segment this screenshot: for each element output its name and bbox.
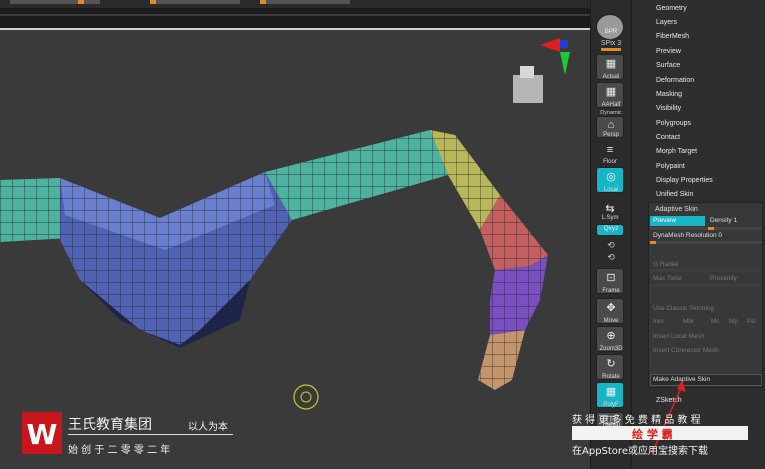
axis-gizmo[interactable]	[540, 38, 570, 75]
menu-layers[interactable]: Layers	[656, 19, 677, 26]
max-twist-slider: Max Twist	[653, 275, 682, 282]
rotate-button[interactable]: ↻ Rotate	[596, 354, 624, 380]
svg-text:W: W	[27, 418, 58, 451]
density-track[interactable]	[650, 227, 762, 230]
dynamesh-resolution-slider[interactable]: DynaMesh Resolution 0	[653, 232, 722, 239]
founded-text: 始 创 于 二 零 零 二 年	[68, 445, 171, 456]
menu-polypaint[interactable]: Polypaint	[656, 163, 685, 170]
g-radial-slider: G Radial	[653, 261, 679, 268]
g-radial-track	[650, 269, 762, 272]
top-toolbar	[0, 0, 590, 8]
top-slider[interactable]	[260, 0, 350, 4]
promo-line-1: 获 得 更 多 免 费 精 品 教 程	[572, 415, 701, 426]
local-button[interactable]: ◎ Local	[596, 167, 624, 193]
insert-connector-mesh-button: Insert Connector Mesh	[653, 347, 719, 354]
company-name: 王氏教育集团	[68, 417, 152, 433]
proximity-slider: Proximity	[710, 275, 737, 282]
spix-label[interactable]: SPix 3	[591, 40, 631, 47]
persp-button[interactable]: ⌂ Persp	[596, 116, 624, 138]
promo-app-name: 绘 学 霸	[632, 428, 673, 441]
menu-fibermesh[interactable]: FiberMesh	[656, 33, 689, 40]
mesh-model[interactable]	[0, 30, 590, 469]
promo-line-3: 在AppStore或应用宝搜索下载	[572, 446, 708, 457]
polyf-button[interactable]: ▦ PolyF	[596, 382, 624, 408]
preview-label: Preview	[653, 217, 677, 224]
menu-geometry[interactable]: Geometry	[656, 5, 687, 12]
density-slider[interactable]: Density 1	[710, 217, 737, 224]
top-slider[interactable]	[10, 0, 100, 4]
bpr-button[interactable]: BPR	[596, 14, 624, 40]
xyz-button[interactable]: Qxyz	[596, 224, 624, 236]
brush-cursor	[293, 384, 319, 410]
move-button[interactable]: ✥ Move	[596, 298, 624, 324]
menu-visibility[interactable]: Visibility	[656, 105, 681, 112]
menu-preview[interactable]: Preview	[656, 48, 681, 55]
dynamesh-track[interactable]	[650, 241, 762, 244]
company-logo: W	[22, 412, 62, 454]
mc-toggle: Mc	[711, 318, 720, 325]
aahalf-button[interactable]: ▦ AAHalf	[596, 82, 624, 108]
menu-unified-skin[interactable]: Unified Skin	[656, 191, 693, 198]
zoom3d-button[interactable]: ⊕ Zoom3D	[596, 326, 624, 352]
right-shelf: BPR SPix 3 ▦ Actual ▦ AAHalf Dynamic ⌂ Pers…	[590, 0, 630, 469]
mp-toggle: Mp	[729, 318, 739, 325]
insert-local-mesh-button: Insert Local Mesh	[653, 333, 705, 340]
divider	[0, 14, 590, 16]
menu-deformation[interactable]: Deformation	[656, 77, 694, 84]
pd-toggle: Pd	[747, 318, 755, 325]
lsym-button[interactable]: ⇆ L.Sym	[596, 200, 624, 221]
menu-morph-target[interactable]: Morph Target	[656, 148, 697, 155]
menu-surface[interactable]: Surface	[656, 62, 680, 69]
menu-polygroups[interactable]: Polygroups	[656, 120, 691, 127]
adaptive-skin-title[interactable]: Adaptive Skin	[655, 206, 698, 213]
floor-button[interactable]: ≡ Floor	[596, 142, 624, 165]
actual-button[interactable]: ▦ Actual	[596, 54, 624, 80]
use-classic-skinning-button: Use Classic Skinning	[653, 305, 715, 312]
top-slider[interactable]	[150, 0, 240, 4]
rotate-axis-icon[interactable]: ⟲	[591, 240, 631, 251]
spix-slider[interactable]	[601, 48, 621, 51]
menu-masking[interactable]: Masking	[656, 91, 682, 98]
company-motto: 以人为本	[188, 422, 228, 433]
watermark-divider	[68, 434, 233, 435]
menu-display-properties[interactable]: Display Properties	[656, 177, 713, 184]
mbr-slider: Mbr	[683, 318, 695, 325]
frame-button[interactable]: ⊡ Frame	[596, 268, 624, 294]
rotate-axis-icon[interactable]: ⟲	[591, 252, 631, 263]
floor-figure-icon	[513, 66, 543, 103]
menu-contact[interactable]: Contact	[656, 134, 680, 141]
3d-viewport[interactable]	[0, 30, 590, 469]
ires-slider: Ires	[653, 318, 664, 325]
twist-track	[650, 284, 762, 287]
